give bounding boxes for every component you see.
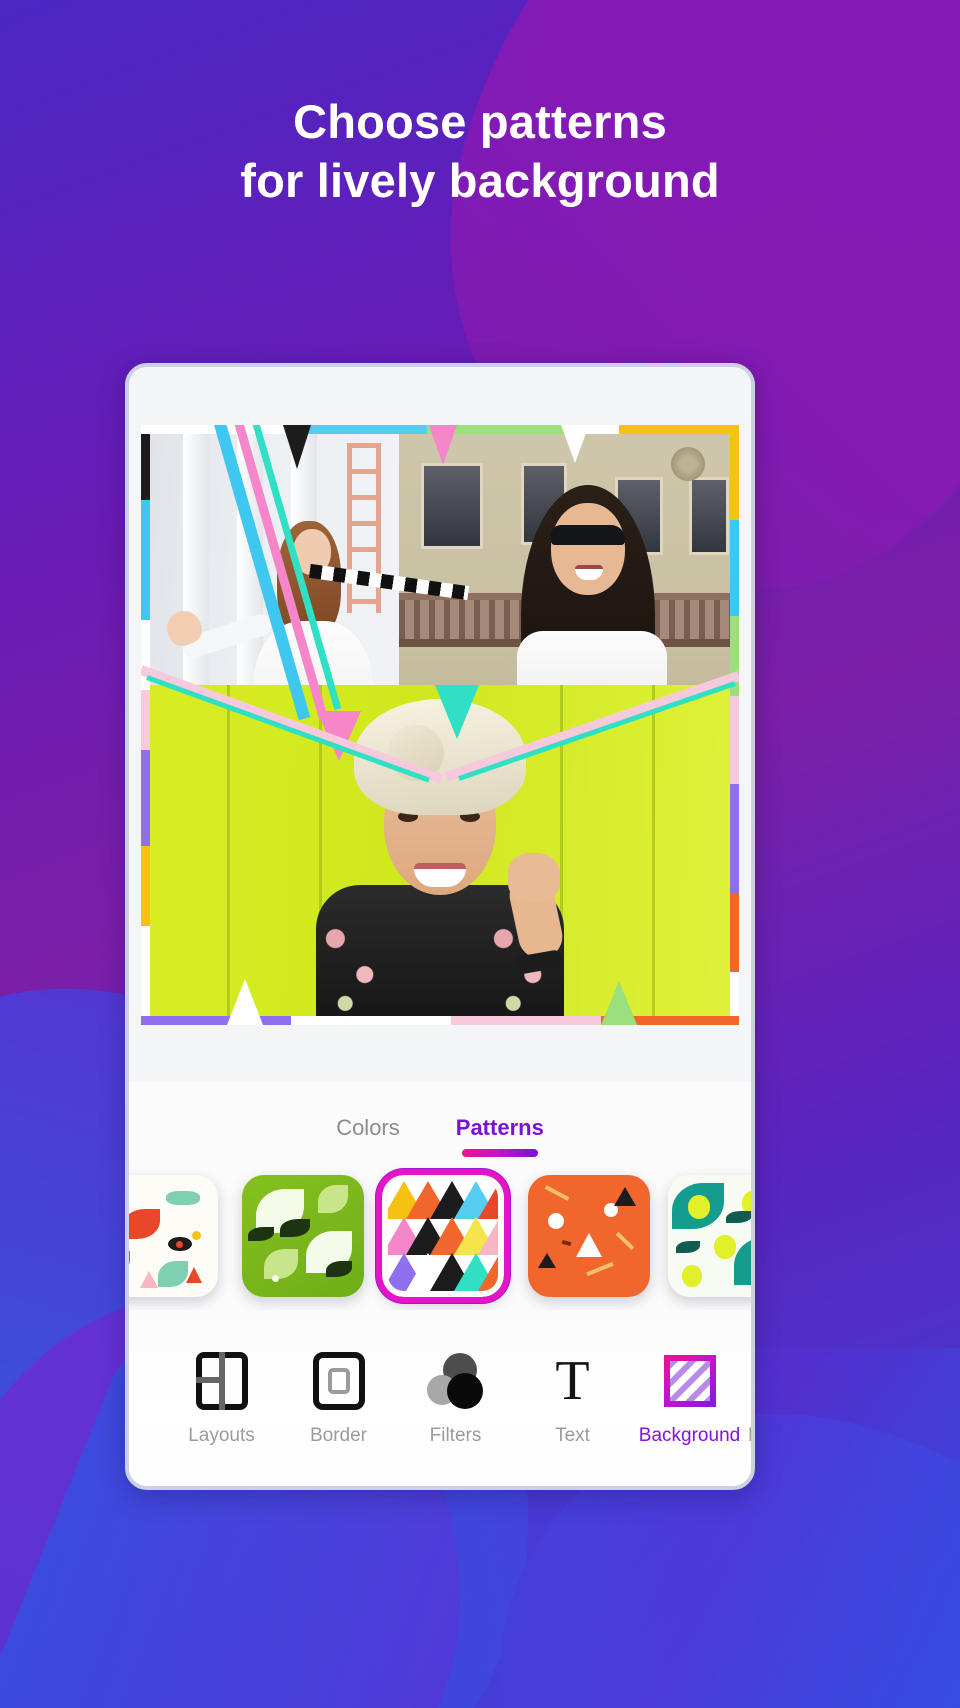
- background-mode-tabs: Colors Patterns: [129, 1081, 751, 1157]
- nav-item-text[interactable]: T Text: [514, 1349, 631, 1447]
- nav-item-more[interactable]: R: [748, 1349, 751, 1447]
- headline-line-2: for lively background: [240, 154, 720, 208]
- nav-item-background[interactable]: Background: [631, 1349, 748, 1447]
- nav-item-more-label: R: [748, 1425, 751, 1447]
- tab-active-indicator: [461, 1149, 538, 1157]
- nav-item-filters-label: Filters: [429, 1425, 482, 1446]
- nav-item-background-label: Background: [638, 1425, 741, 1446]
- nav-item-text-label: Text: [555, 1425, 590, 1446]
- pattern-thumb-triangles[interactable]: [382, 1175, 504, 1297]
- tab-colors[interactable]: Colors: [336, 1115, 400, 1157]
- nav-item-border-label: Border: [309, 1425, 368, 1446]
- collage-canvas[interactable]: [141, 425, 739, 1025]
- filters-icon: [397, 1349, 514, 1413]
- phone-mockup: Colors Patterns Layouts Border Filters T…: [125, 363, 755, 1490]
- editor-bottom-nav[interactable]: Layouts Border Filters T Text Background…: [129, 1310, 751, 1486]
- headline-line-1: Choose patterns: [293, 95, 667, 148]
- nav-item-border[interactable]: Border: [280, 1349, 397, 1447]
- collage-spacer: [129, 1025, 751, 1081]
- pattern-thumb-green-leaves[interactable]: [242, 1175, 364, 1297]
- headline: Choose patterns for lively background: [0, 92, 960, 210]
- phone-status-area: [129, 367, 751, 425]
- text-icon: T: [555, 1350, 590, 1412]
- tab-colors-label: Colors: [336, 1115, 400, 1140]
- background-icon: [631, 1349, 748, 1413]
- layouts-icon: [163, 1349, 280, 1413]
- tab-patterns[interactable]: Patterns: [456, 1115, 544, 1157]
- pattern-thumb-orange-confetti[interactable]: [528, 1175, 650, 1297]
- pattern-thumb-floral-doodle[interactable]: [129, 1175, 218, 1297]
- more-icon: [748, 1349, 751, 1413]
- nav-item-layouts[interactable]: Layouts: [163, 1349, 280, 1447]
- border-icon: [280, 1349, 397, 1413]
- tab-patterns-label: Patterns: [455, 1115, 544, 1140]
- collage-photo-3[interactable]: [141, 685, 739, 1025]
- pattern-thumb-lemon-branch[interactable]: [668, 1175, 751, 1297]
- pattern-thumbnail-strip[interactable]: [129, 1157, 751, 1333]
- nav-item-layouts-label: Layouts: [188, 1425, 255, 1446]
- nav-item-filters[interactable]: Filters: [397, 1349, 514, 1447]
